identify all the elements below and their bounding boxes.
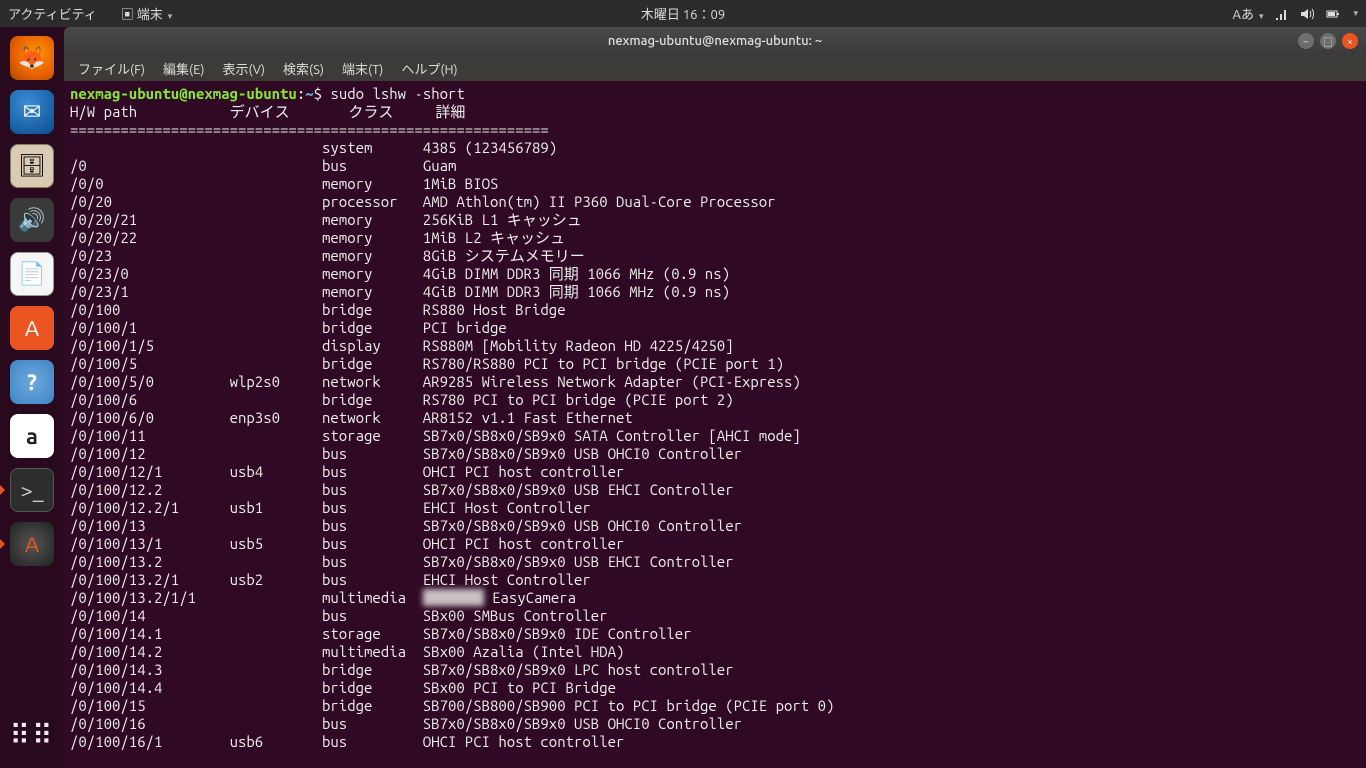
amazon-icon: a xyxy=(10,414,54,458)
window-title: nexmag-ubuntu@nexmag-ubuntu: ~ xyxy=(608,34,822,48)
dock-terminal[interactable]: >_ xyxy=(7,465,57,515)
terminal-window: nexmag-ubuntu@nexmag-ubuntu: ~ – □ × ファイ… xyxy=(64,27,1366,768)
volume-icon[interactable] xyxy=(1299,6,1315,22)
menu-view[interactable]: 表示(V) xyxy=(217,57,271,80)
terminal-small-icon: ▣ xyxy=(121,8,134,22)
terminal-menubar: ファイル(F) 編集(E) 表示(V) 検索(S) 端末(T) ヘルプ(H) xyxy=(64,55,1366,81)
menu-help[interactable]: ヘルプ(H) xyxy=(395,57,463,80)
dock-firefox[interactable]: 🦊 xyxy=(7,33,57,83)
window-minimize-button[interactable]: – xyxy=(1298,33,1314,49)
apps-grid-icon: ⠿⠿ xyxy=(10,713,54,757)
close-icon: × xyxy=(1347,36,1353,47)
help-icon: ? xyxy=(10,360,54,404)
dock-libreoffice-writer[interactable]: 📄 xyxy=(7,249,57,299)
clock[interactable]: 木曜日 16：09 xyxy=(641,4,725,23)
shopping-bag-icon: A xyxy=(10,306,54,350)
document-icon: 📄 xyxy=(10,252,54,296)
menu-search[interactable]: 検索(S) xyxy=(277,57,330,80)
dock-thunderbird[interactable]: ✉ xyxy=(7,87,57,137)
menu-edit[interactable]: 編集(E) xyxy=(157,57,210,80)
network-icon[interactable] xyxy=(1273,6,1289,22)
gnome-topbar: アクティビティ ▣ 端末 ▾ 木曜日 16：09 Aあ ▾ ▾ xyxy=(0,0,1366,27)
terminal-icon: >_ xyxy=(10,468,54,512)
minimize-icon: – xyxy=(1304,36,1309,47)
window-close-button[interactable]: × xyxy=(1342,33,1358,49)
battery-icon[interactable] xyxy=(1325,6,1341,22)
thunderbird-icon: ✉ xyxy=(10,90,54,134)
window-maximize-button[interactable]: □ xyxy=(1320,33,1336,49)
input-method-label: Aあ xyxy=(1233,8,1254,22)
maximize-icon: □ xyxy=(1323,34,1333,49)
dock-help[interactable]: ? xyxy=(7,357,57,407)
updater-icon: A xyxy=(10,522,54,566)
chevron-down-icon: ▾ xyxy=(168,11,173,21)
dock-show-apps[interactable]: ⠿⠿ xyxy=(7,710,57,760)
dock: 🦊 ✉ 🗄 🔊 📄 A ? a >_ A ⠿⠿ xyxy=(0,27,64,768)
firefox-icon: 🦊 xyxy=(10,36,54,80)
chevron-down-icon: ▾ xyxy=(1259,11,1264,21)
speaker-icon: 🔊 xyxy=(10,198,54,242)
dock-rhythmbox[interactable]: 🔊 xyxy=(7,195,57,245)
app-menu[interactable]: ▣ 端末 ▾ xyxy=(121,4,173,23)
app-menu-label: 端末 xyxy=(137,8,163,22)
system-menu-chevron-icon[interactable]: ▾ xyxy=(1353,8,1358,19)
terminal-output[interactable]: nexmag-ubuntu@nexmag-ubuntu:~$ sudo lshw… xyxy=(64,81,1366,768)
menu-terminal[interactable]: 端末(T) xyxy=(336,57,389,80)
dock-software-updater[interactable]: A xyxy=(7,519,57,569)
dock-software-center[interactable]: A xyxy=(7,303,57,353)
dock-amazon[interactable]: a xyxy=(7,411,57,461)
window-titlebar[interactable]: nexmag-ubuntu@nexmag-ubuntu: ~ – □ × xyxy=(64,27,1366,55)
menu-file[interactable]: ファイル(F) xyxy=(72,57,151,80)
activities-button[interactable]: アクティビティ xyxy=(8,4,97,23)
dock-files[interactable]: 🗄 xyxy=(7,141,57,191)
input-method-indicator[interactable]: Aあ ▾ xyxy=(1233,4,1264,23)
files-icon: 🗄 xyxy=(10,144,54,188)
